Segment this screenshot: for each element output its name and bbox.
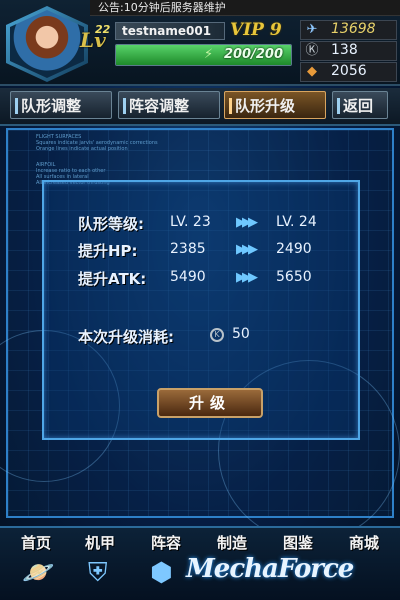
gold-value: 13698: [331, 21, 376, 37]
nav-lineup[interactable]: 阵容: [136, 532, 196, 553]
tab-lineup-adjust[interactable]: 阵容调整: [118, 91, 220, 119]
panel-fine-print: FLIGHT SURFACES Squares indicate jarvis'…: [36, 134, 158, 186]
rocket-icon: ✈: [306, 22, 318, 37]
mecha-icon: ⛨: [88, 558, 108, 588]
hp-current: 2385: [170, 241, 206, 257]
fine-line: Orange lines indicate actual position: [36, 146, 128, 152]
atk-current: 5490: [170, 269, 206, 285]
coin-icon: Ⓚ: [305, 43, 319, 58]
lineup-icon: ⬢: [150, 558, 173, 588]
avatar-frame[interactable]: [6, 6, 88, 82]
cost-value: 50: [232, 326, 250, 342]
atk-next: 5650: [276, 269, 312, 285]
formation-level-label: 队形等级:: [78, 215, 144, 233]
crate-resource[interactable]: ◆ 2056: [300, 62, 397, 82]
game-screen: Lv 22 testname001 VIP 9 ⚡ 200/200 ✈ 1369…: [0, 0, 400, 600]
arrow-icon: ▶▶▶: [236, 215, 258, 230]
arrow-icon: ▶▶▶: [236, 242, 258, 257]
tab-formation-upgrade[interactable]: 队形升级: [224, 91, 326, 119]
nav-mecha[interactable]: 机甲: [70, 532, 130, 553]
nav-codex[interactable]: 图鉴: [268, 532, 328, 553]
nav-home[interactable]: 首页: [6, 532, 66, 553]
upgrade-button[interactable]: 升级: [157, 388, 263, 418]
crate-icon: ◆: [307, 64, 317, 79]
coin-resource[interactable]: Ⓚ 138: [300, 41, 397, 61]
atk-label: 提升ATK:: [78, 270, 147, 288]
crate-value: 2056: [331, 63, 367, 79]
coin-icon: K: [210, 328, 224, 342]
gold-resource[interactable]: ✈ 13698: [300, 20, 397, 40]
tab-bar: 队形调整 阵容调整 队形升级 返回: [0, 88, 400, 126]
hp-next: 2490: [276, 241, 312, 257]
formation-level-current: LV. 23: [170, 214, 211, 230]
coin-value: 138: [331, 42, 358, 58]
energy-value: 200/200: [223, 47, 283, 62]
announcement-bar: 公告:10分钟后服务器维护: [90, 0, 400, 16]
energy-bar: ⚡ 200/200: [115, 44, 292, 66]
game-logo: MechaForce: [186, 554, 354, 584]
hp-label: 提升HP:: [78, 242, 138, 260]
arrow-icon: ▶▶▶: [236, 270, 258, 285]
planet-icon: 🪐: [22, 558, 55, 588]
tab-back[interactable]: 返回: [332, 91, 388, 119]
vip-badge[interactable]: VIP 9: [230, 20, 282, 40]
level-number: 22: [95, 23, 111, 36]
player-name: testname001: [115, 22, 225, 40]
nav-craft[interactable]: 制造: [202, 532, 262, 553]
formation-level-next: LV. 24: [276, 214, 317, 230]
avatar: [10, 10, 84, 78]
cost-label: 本次升级消耗:: [78, 328, 174, 346]
nav-shop[interactable]: 商城: [334, 532, 394, 553]
tab-formation-adjust[interactable]: 队形调整: [10, 91, 112, 119]
